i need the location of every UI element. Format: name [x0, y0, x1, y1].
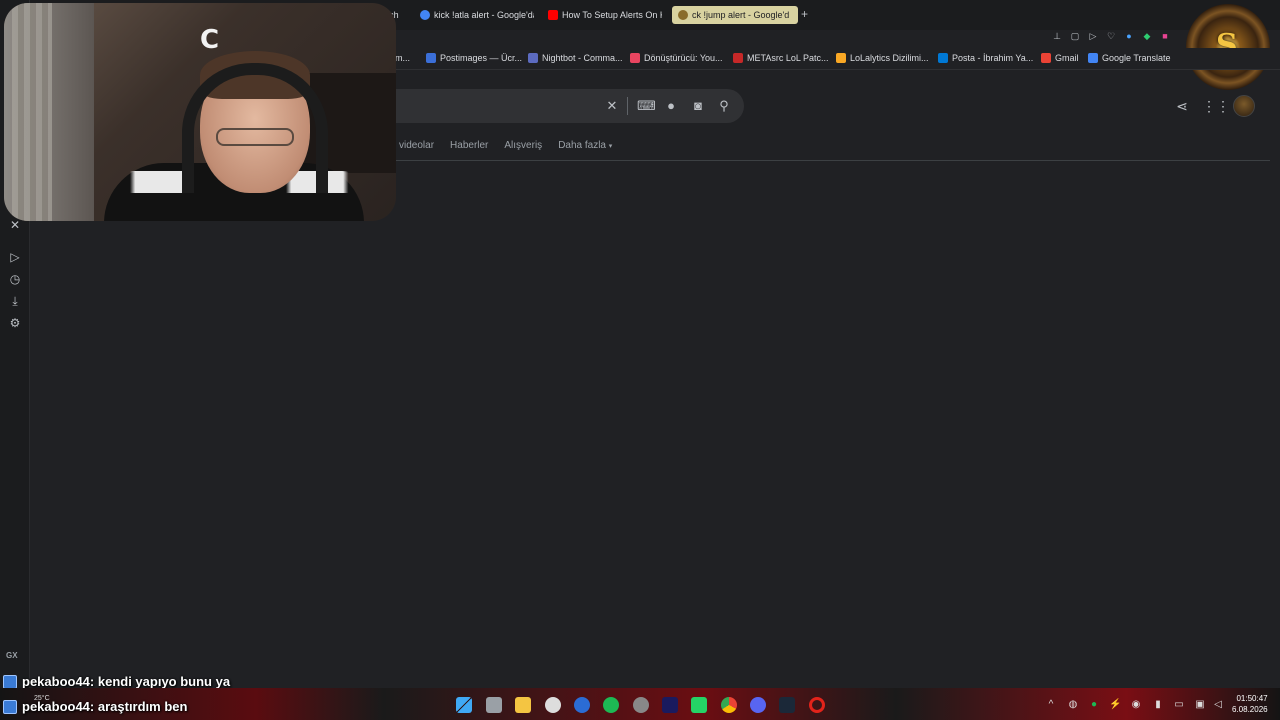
webcam-letter: C: [200, 25, 220, 55]
file-explorer-icon[interactable]: [515, 697, 531, 713]
bookmark-gmail[interactable]: Gmail: [1041, 53, 1079, 63]
extension-toolbar: ⊥ ▢ ▷ ♡ ● ◆ ■: [1052, 31, 1170, 41]
lolalytics-icon: [836, 53, 846, 63]
usb-icon[interactable]: ⚡: [1109, 699, 1121, 711]
browser-app-icon[interactable]: [574, 697, 590, 713]
discord-icon[interactable]: [750, 697, 766, 713]
chat-message: pekaboo44 : araştırdım ben: [3, 699, 187, 714]
downloads-icon[interactable]: ⤓: [7, 293, 23, 309]
windows-start-icon[interactable]: [456, 697, 472, 713]
keyboard-tray-icon[interactable]: ▭: [1173, 699, 1185, 711]
clock-date: 6.08.2026: [1232, 705, 1268, 714]
lens-icon[interactable]: ◙: [690, 98, 706, 114]
shield-icon[interactable]: ◆: [1142, 31, 1152, 41]
headset-icon: [182, 63, 328, 193]
chat-username: pekaboo44: [22, 674, 90, 689]
keyboard-icon[interactable]: ⌨: [637, 98, 656, 114]
snapshot-icon[interactable]: ▢: [1070, 31, 1080, 41]
vpn-icon[interactable]: ●: [1124, 31, 1134, 41]
nightbot-icon: [528, 53, 538, 63]
tab-favicon-icon: [678, 10, 688, 20]
gmail-icon: [1041, 53, 1051, 63]
taskbar: 25°C ^ ◍ ● ⚡ ◉ ▮ ▭ ▣ ◁ 01:50:47 6.08.202…: [0, 688, 1280, 720]
pin-icon[interactable]: ⊥: [1052, 31, 1062, 41]
chat-text: : araştırdım ben: [89, 699, 188, 714]
bookmark-nightbot[interactable]: Nightbot - Comma...: [528, 53, 623, 63]
tray-steam-icon[interactable]: ◉: [1130, 699, 1142, 711]
apps-grid-icon[interactable]: ⋮⋮: [1202, 97, 1230, 115]
tab-news[interactable]: Haberler: [450, 140, 488, 151]
chat-badge-icon: [3, 699, 17, 714]
nav-divider: [380, 160, 1270, 161]
tab-label: ck !jump alert - Google'd: [692, 10, 790, 20]
whatsapp-icon[interactable]: [691, 697, 707, 713]
opera-gx-icon[interactable]: [809, 697, 825, 713]
steam-icon[interactable]: [779, 697, 795, 713]
bookmark-lolalytics[interactable]: LoLalytics Dizilimi...: [836, 53, 929, 63]
history-icon[interactable]: ◷: [7, 271, 23, 287]
converter-icon: [630, 53, 640, 63]
player-icon[interactable]: ▷: [7, 249, 23, 265]
tab-more[interactable]: Daha fazla ▾: [558, 140, 612, 151]
close-icon[interactable]: ✕: [604, 98, 620, 114]
tab-label: How To Setup Alerts On Ki: [562, 10, 662, 20]
settings-gear-icon[interactable]: ⚙: [7, 315, 23, 331]
youtube-favicon-icon: [548, 10, 558, 20]
chrome-icon[interactable]: [721, 697, 737, 713]
search-input[interactable]: ✕ ⌨ ● ◙ ⚲: [380, 89, 744, 123]
microphone-icon[interactable]: ▮: [1152, 699, 1164, 711]
spotify-icon[interactable]: [603, 697, 619, 713]
chat-username: pekaboo44: [22, 699, 90, 714]
bookmark-postimages[interactable]: Postimages — Ücr...: [426, 53, 522, 63]
chevron-up-icon[interactable]: ^: [1045, 699, 1057, 711]
search-nav-tabs: videolar Haberler Alışveriş Daha fazla ▾: [399, 140, 612, 151]
google-favicon-icon: [420, 10, 430, 20]
search-icon[interactable]: ⚲: [716, 98, 732, 114]
taskbar-clock[interactable]: 01:50:47 6.08.2026: [1232, 693, 1268, 715]
clock-time: 01:50:47: [1236, 694, 1268, 703]
caret-down-icon: ▾: [608, 143, 613, 150]
bookmark-posta[interactable]: Posta - İbrahim Ya...: [938, 53, 1033, 63]
premiere-icon[interactable]: [662, 697, 678, 713]
obs-icon[interactable]: [633, 697, 649, 713]
webcam-overlay: C: [4, 3, 396, 221]
new-tab-button[interactable]: +: [801, 7, 808, 21]
volume-icon[interactable]: ◁: [1212, 699, 1224, 711]
spotify-tray-icon[interactable]: ●: [1088, 699, 1100, 711]
tab-kick-atla-alert[interactable]: kick !atla alert - Google'da: [420, 6, 534, 24]
tab-videos[interactable]: videolar: [399, 140, 434, 151]
steelseries-icon[interactable]: [545, 697, 561, 713]
cam-curtain: [12, 3, 52, 221]
tab-label: kick !atla alert - Google'da: [434, 10, 534, 20]
chat-badge-icon: [3, 674, 17, 689]
tab-kick-jump-alert[interactable]: ck !jump alert - Google'd: [672, 6, 798, 24]
gx-label: GX: [6, 651, 18, 660]
search-divider: [627, 97, 628, 115]
outlook-icon: [938, 53, 948, 63]
translate-icon: [1088, 53, 1098, 63]
screen: ◯ ◎ ✕ ▷ ◷ ⤓ ⚙ GX m - Watch kick !atla al…: [0, 0, 1280, 720]
bookmark-donusturucu[interactable]: Dönüştürücü: You...: [630, 53, 723, 63]
tray-app-icon[interactable]: ◍: [1067, 699, 1079, 711]
task-view-icon[interactable]: [486, 697, 502, 713]
tab-setup-alerts[interactable]: How To Setup Alerts On Ki: [548, 6, 662, 24]
avatar[interactable]: [1233, 95, 1255, 117]
network-icon[interactable]: ▣: [1194, 699, 1206, 711]
extension-icon[interactable]: ■: [1160, 31, 1170, 41]
mic-icon[interactable]: ●: [663, 98, 679, 114]
tab-shopping[interactable]: Alışveriş: [504, 140, 542, 151]
play-icon[interactable]: ▷: [1088, 31, 1098, 41]
bookmark-google-translate[interactable]: Google Translate: [1088, 53, 1171, 63]
share-icon[interactable]: ⋖: [1173, 97, 1191, 115]
heart-icon[interactable]: ♡: [1106, 31, 1116, 41]
chat-text: : kendi yapıyo bunu ya: [89, 674, 231, 689]
postimages-icon: [426, 53, 436, 63]
chat-message: pekaboo44 : kendi yapıyo bunu ya: [3, 674, 230, 689]
metasrc-icon: [733, 53, 743, 63]
bookmark-metasrc[interactable]: METAsrc LoL Patc...: [733, 53, 829, 63]
